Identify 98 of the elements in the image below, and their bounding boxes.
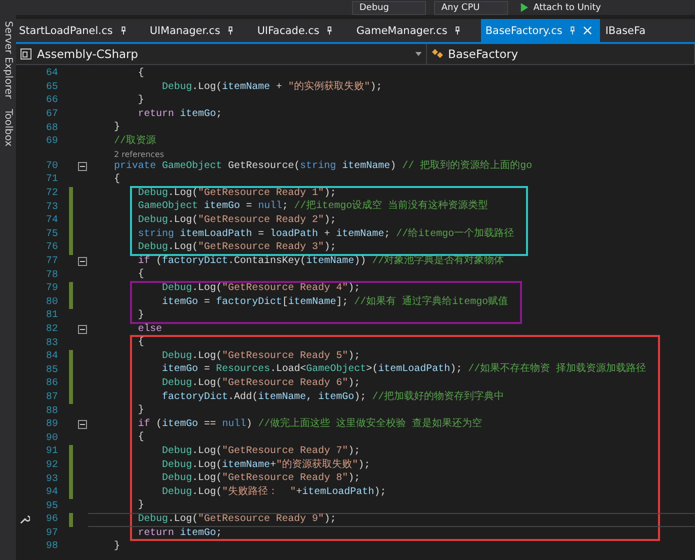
line-number: 88 bbox=[44, 406, 58, 417]
code-line: factoryDict.Add(itemName, itemGo); //把加载好的物资存到字典中 bbox=[161, 392, 504, 403]
pin-icon[interactable] bbox=[454, 26, 462, 35]
line-number: 98 bbox=[44, 541, 58, 552]
line-number: 95 bbox=[44, 500, 58, 512]
code-line: //取资源 bbox=[113, 136, 156, 147]
class-icon bbox=[431, 48, 443, 60]
line-number: 84 bbox=[44, 351, 58, 362]
code-line: Debug.Log("失败路径： "+itemLoadPath); bbox=[161, 486, 386, 498]
file-tab[interactable]: UIFacade.cs bbox=[254, 19, 342, 42]
line-number: 87 bbox=[44, 392, 58, 403]
code-line: } bbox=[113, 541, 120, 552]
play-icon bbox=[520, 3, 530, 12]
line-number: 82 bbox=[44, 324, 58, 335]
line-number: 96 bbox=[44, 514, 58, 526]
pin-icon[interactable] bbox=[227, 26, 234, 35]
project-icon bbox=[20, 48, 32, 60]
code-line: return itemGo; bbox=[137, 528, 222, 539]
code-line: if (itemGo == null) //做完上面这些 这里做安全校验 查是如果还为空 bbox=[137, 418, 482, 430]
line-number: 92 bbox=[44, 460, 58, 471]
line-number: 97 bbox=[44, 528, 58, 539]
line-number: 70 bbox=[44, 160, 58, 172]
line-number: 78 bbox=[44, 270, 58, 281]
line-number: 94 bbox=[44, 487, 58, 498]
code-line: Debug.Log("GetResource Ready 5"); bbox=[161, 350, 360, 362]
code-line: Debug.Log(itemName+"的资源获取失败"); bbox=[161, 460, 370, 471]
line-number: 79 bbox=[44, 283, 58, 294]
line-number: 75 bbox=[44, 228, 58, 240]
pin-icon[interactable] bbox=[326, 26, 334, 35]
code-line: itemGo = factoryDict[itemName]; //如果有 通过字典给itemgo赋值 bbox=[161, 296, 508, 308]
line-number: 72 bbox=[44, 188, 58, 200]
code-line: } bbox=[137, 95, 144, 106]
line-number: 64 bbox=[44, 68, 58, 80]
code-line: } bbox=[137, 310, 144, 322]
line-number: 89 bbox=[44, 419, 58, 430]
line-number: 73 bbox=[44, 202, 58, 213]
code-line: return itemGo; bbox=[137, 108, 222, 120]
code-line: Debug.Log("GetResource Ready 7"); bbox=[161, 446, 360, 458]
line-number: 86 bbox=[44, 378, 58, 390]
line-number: 83 bbox=[44, 338, 58, 349]
line-number: 67 bbox=[44, 109, 58, 120]
file-tab[interactable]: StartLoadPanel.cs bbox=[16, 19, 135, 42]
line-number: 66 bbox=[44, 95, 58, 106]
line-number: 65 bbox=[44, 82, 58, 93]
code-line: { bbox=[113, 174, 120, 186]
code-line: Debug.Log(itemName + "的实例获取失败"); bbox=[161, 82, 382, 93]
line-number: 68 bbox=[44, 122, 58, 134]
line-number: 80 bbox=[44, 296, 58, 308]
side-tab[interactable]: Toolbox bbox=[2, 108, 14, 146]
code-line: itemGo = Resources.Load<GameObject>(itemLoadPath); //如果不存在物资 择加载资源加载路径 bbox=[161, 364, 646, 376]
wrench-icon[interactable] bbox=[18, 514, 30, 526]
file-tab[interactable]: BaseFactory.cs bbox=[481, 19, 600, 42]
line-number: 71 bbox=[44, 174, 58, 186]
code-line: Debug.Log("GetResource Ready 3"); bbox=[137, 242, 336, 254]
code-line: string itemLoadPath = loadPath + itemName; //给itemgo一个加载路径 bbox=[137, 228, 514, 240]
toolbar-dropdown[interactable]: Debug bbox=[352, 0, 426, 14]
line-number: 74 bbox=[44, 215, 58, 226]
collapse-icon[interactable] bbox=[78, 162, 87, 171]
code-line: { bbox=[137, 337, 144, 348]
references-link[interactable]: 2 references bbox=[114, 150, 164, 159]
line-number: 91 bbox=[44, 446, 58, 458]
code-line: { bbox=[137, 432, 144, 444]
attach-button[interactable]: Attach to Unity bbox=[516, 2, 605, 12]
line-number: 90 bbox=[44, 432, 58, 444]
line-number: 85 bbox=[44, 364, 58, 376]
code-line: if (factoryDict.ContainsKey(itemName)) //对象池字典是否有对象物体 bbox=[137, 256, 504, 267]
code-line: GameObject itemGo = null; //把itemgo设成空 当前没有这种资源类型 bbox=[137, 201, 488, 212]
close-icon[interactable] bbox=[583, 26, 592, 35]
line-number: 81 bbox=[44, 310, 58, 322]
code-line: Debug.Log("GetResource Ready 8"); bbox=[161, 473, 360, 484]
file-tab[interactable]: IBaseFa bbox=[602, 19, 654, 42]
code-line: Debug.Log("GetResource Ready 9"); bbox=[137, 514, 336, 525]
file-tab[interactable]: UIManager.cs bbox=[146, 19, 242, 42]
side-tab[interactable]: Server Explorer bbox=[2, 21, 14, 99]
line-number: 69 bbox=[44, 136, 58, 148]
pin-icon[interactable] bbox=[120, 26, 127, 35]
code-line: Debug.Log("GetResource Ready 4"); bbox=[161, 282, 360, 294]
class-dropdown[interactable]: BaseFactory bbox=[427, 44, 695, 64]
project-dropdown[interactable]: Assembly-CSharp bbox=[16, 44, 427, 64]
collapse-icon[interactable] bbox=[78, 324, 87, 334]
code-line: { bbox=[137, 269, 144, 280]
line-number: 77 bbox=[44, 256, 58, 268]
code-line: Debug.Log("GetResource Ready 2"); bbox=[137, 214, 336, 226]
code-line: Debug.Log("GetResource Ready 6"); bbox=[161, 378, 360, 390]
line-number: 76 bbox=[44, 242, 58, 254]
file-tab[interactable]: GameManager.cs bbox=[353, 19, 470, 42]
code-line: } bbox=[137, 405, 144, 416]
collapse-icon[interactable] bbox=[78, 420, 87, 430]
code-line: } bbox=[113, 122, 120, 134]
code-line: } bbox=[137, 500, 144, 512]
code-line: else bbox=[137, 324, 162, 335]
collapse-icon[interactable] bbox=[78, 257, 87, 266]
line-number: 93 bbox=[44, 474, 58, 485]
code-line: Debug.Log("GetResource Ready 1"); bbox=[137, 188, 336, 199]
code-line: private GameObject GetResource(string itemName) // 把取到的资源给上面的go bbox=[113, 160, 532, 172]
toolbar-dropdown[interactable]: Any CPU bbox=[434, 0, 508, 14]
caret-icon bbox=[415, 52, 422, 56]
code-line: { bbox=[137, 68, 144, 79]
